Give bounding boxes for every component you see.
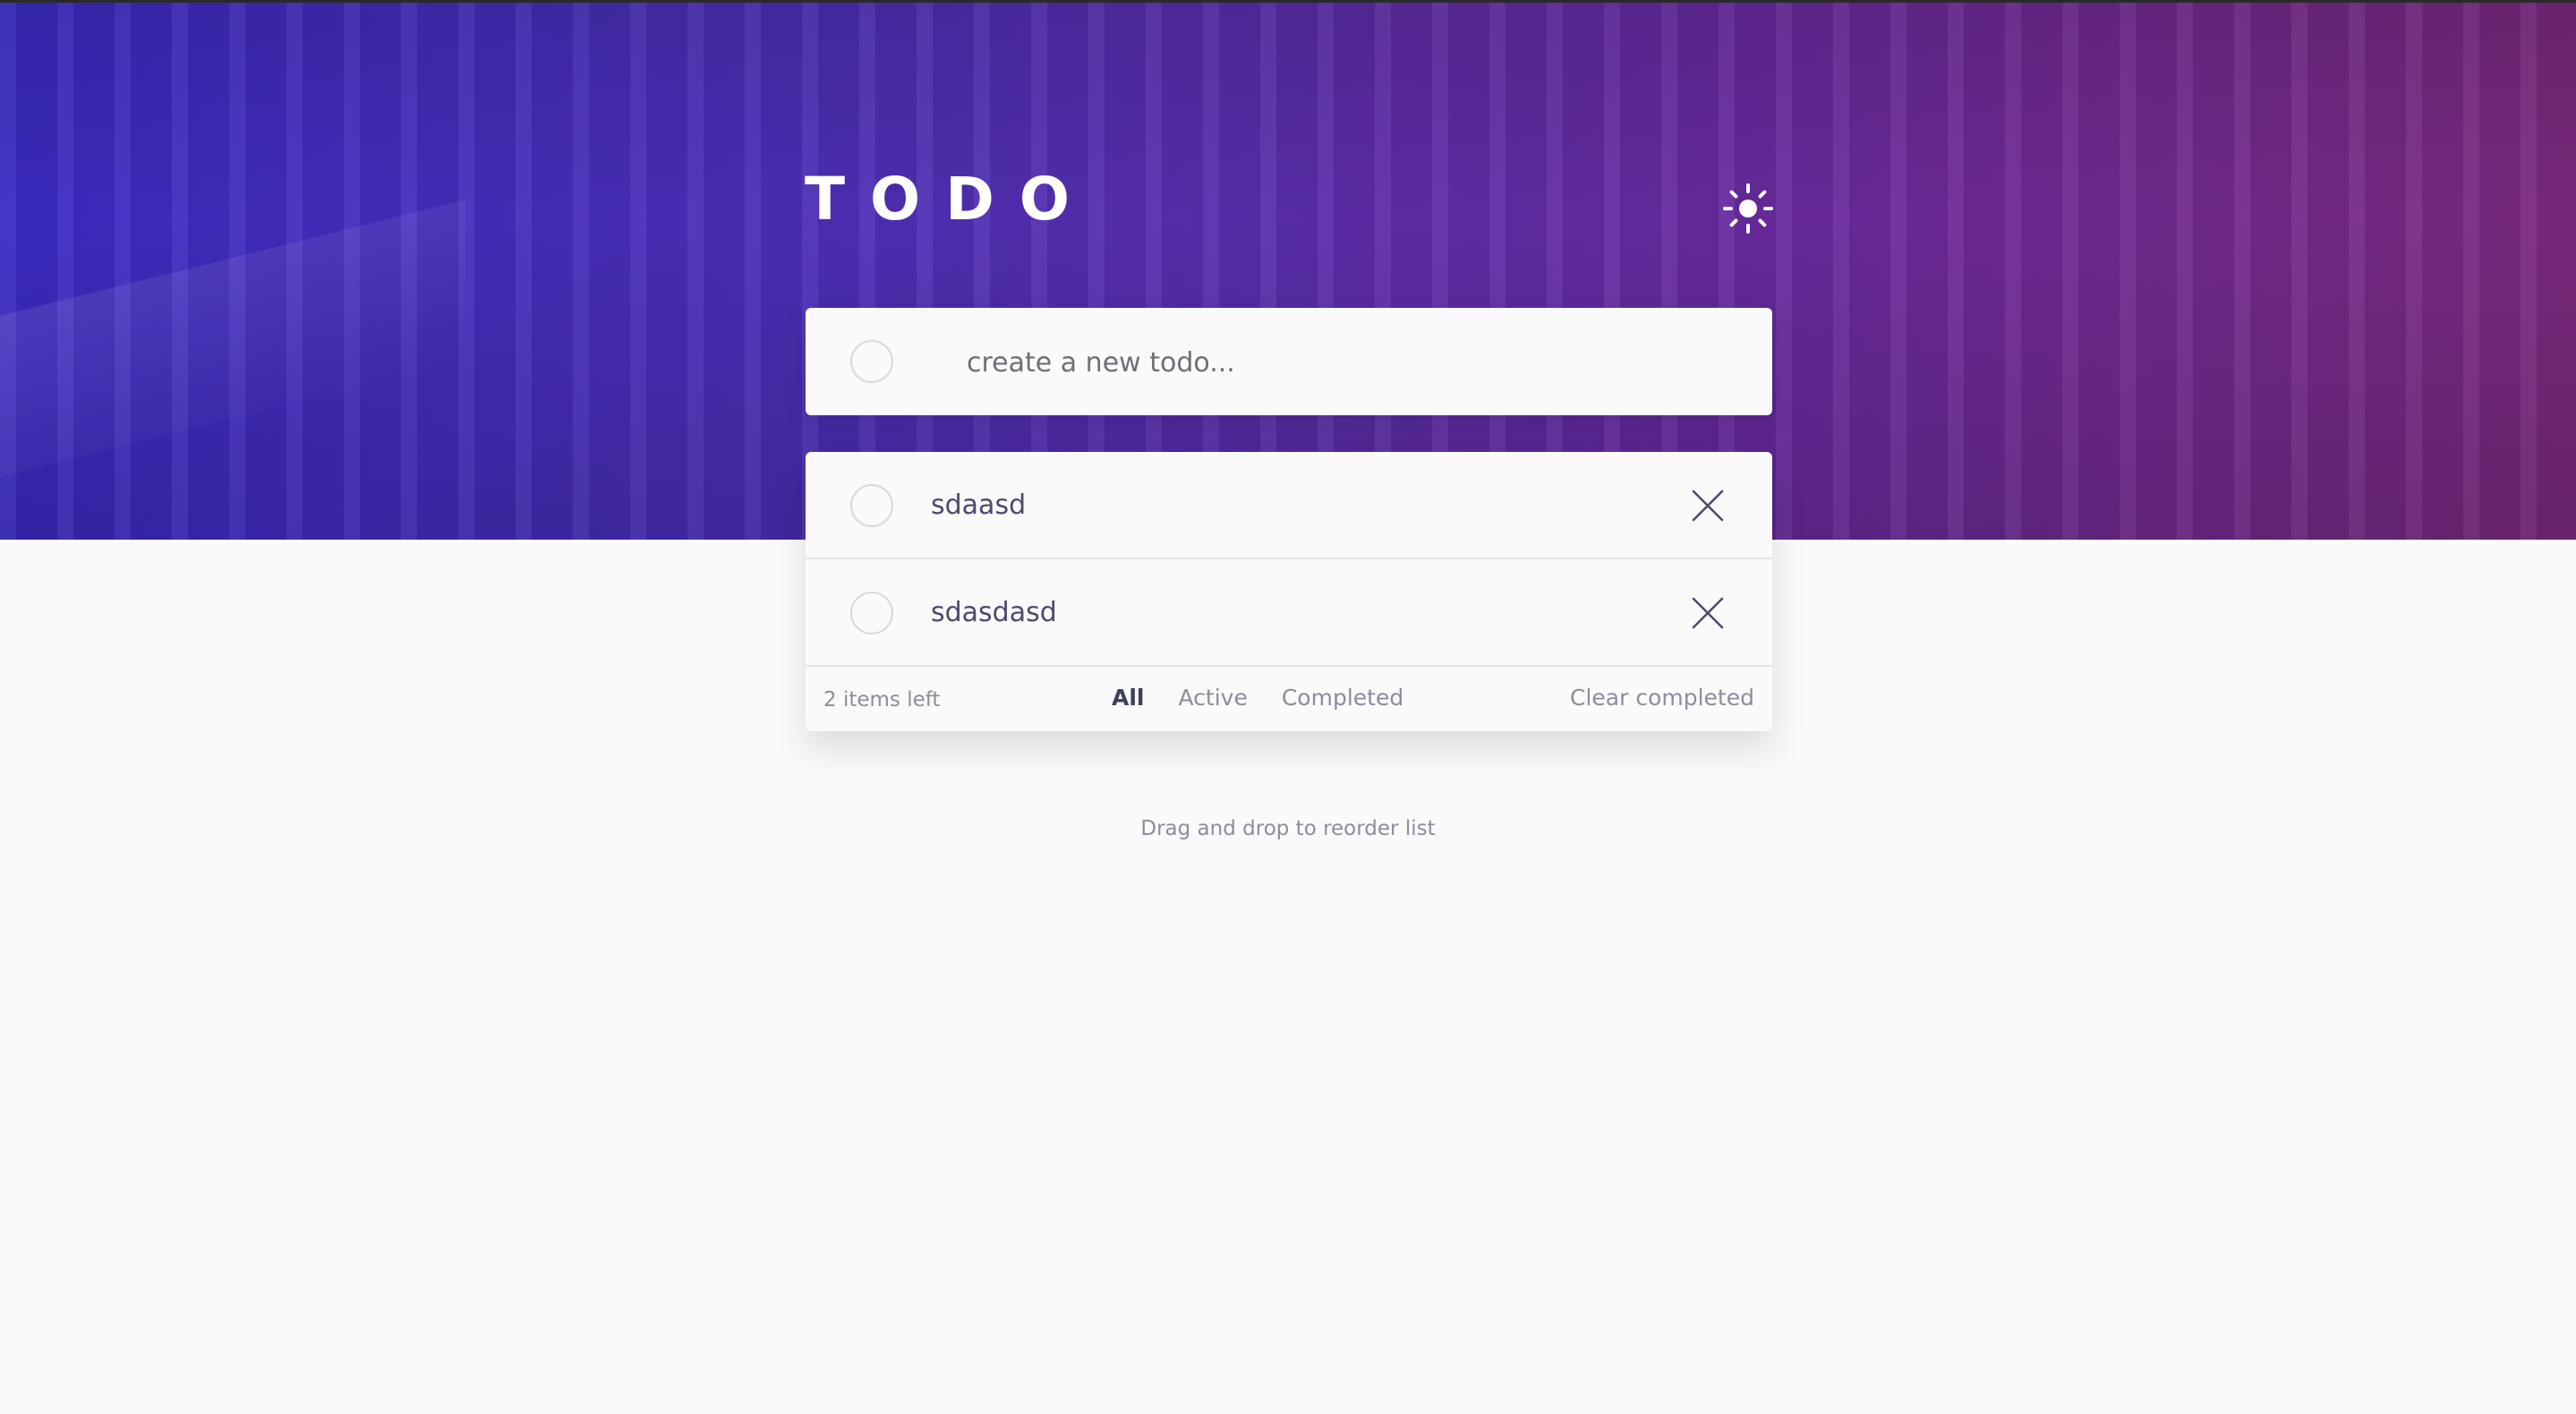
filter-all[interactable]: All — [1112, 685, 1145, 711]
new-todo-check-circle[interactable] — [850, 340, 893, 383]
app-title: TODO — [805, 165, 1096, 234]
background-photo-detail — [0, 200, 465, 477]
filter-active[interactable]: Active — [1179, 685, 1248, 711]
delete-todo-button[interactable] — [1688, 486, 1727, 525]
reorder-hint: Drag and drop to reorder list — [1140, 817, 1436, 840]
todo-list: sdaasd sdasdasd 2 items left All Active … — [806, 452, 1772, 731]
list-footer: 2 items left All Active Completed Clear … — [806, 667, 1772, 731]
todo-check-circle[interactable] — [850, 592, 893, 635]
sun-icon — [1723, 183, 1773, 234]
theme-toggle-button[interactable] — [1722, 183, 1774, 234]
todo-text: sdasdasd — [931, 597, 1057, 628]
close-icon — [1692, 597, 1724, 629]
clear-completed-button[interactable]: Clear completed — [1570, 685, 1754, 711]
items-left-count: 2 items left — [823, 688, 941, 711]
filter-completed[interactable]: Completed — [1282, 685, 1403, 711]
todo-item[interactable]: sdasdasd — [806, 559, 1772, 667]
filter-tabs: All Active Completed — [1112, 685, 1437, 711]
new-todo-form — [806, 308, 1772, 415]
todo-text: sdaasd — [931, 490, 1027, 521]
todo-item[interactable]: sdaasd — [806, 452, 1772, 559]
delete-todo-button[interactable] — [1688, 593, 1727, 633]
new-todo-input[interactable] — [965, 335, 1738, 390]
close-icon — [1692, 490, 1724, 522]
todo-check-circle[interactable] — [850, 484, 893, 527]
